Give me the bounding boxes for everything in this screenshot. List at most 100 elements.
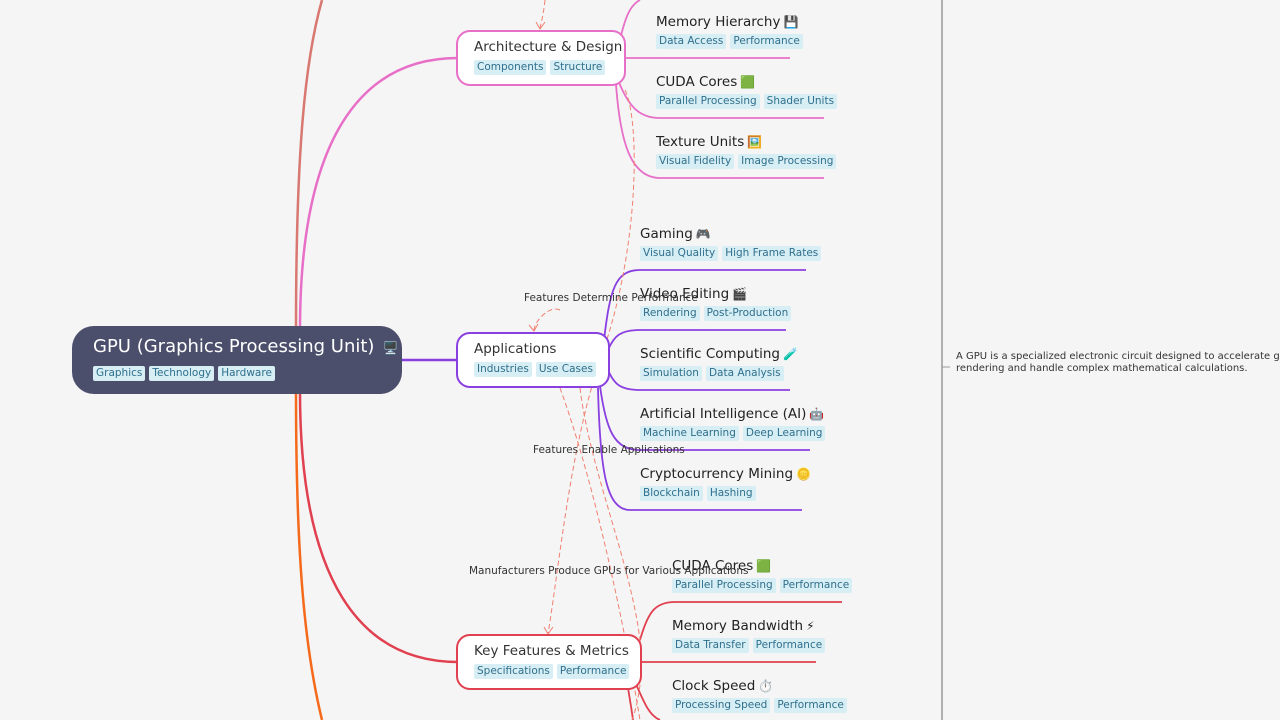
tag[interactable]: Processing Speed xyxy=(672,698,771,713)
tag[interactable]: Industries xyxy=(474,362,532,377)
tag[interactable]: High Frame Rates xyxy=(722,246,822,261)
tag[interactable]: Visual Fidelity xyxy=(656,154,735,169)
leaf-title: Memory Hierarchy 💾 xyxy=(656,13,803,31)
clapper-board-icon: 🎬 xyxy=(732,287,748,301)
leaf-title: CUDA Cores 🟩 xyxy=(656,73,837,91)
leaf-memory-bandwidth[interactable]: Memory Bandwidth ⚡ Data Transfer Performa… xyxy=(672,617,826,653)
leaf-title-text: Memory Bandwidth xyxy=(672,618,804,634)
branch-key-features-metrics[interactable]: Key Features & Metrics Specifications Pe… xyxy=(456,634,642,690)
coin-icon: 🪙 xyxy=(796,467,811,481)
leaf-cryptocurrency-mining[interactable]: Cryptocurrency Mining 🪙 Blockchain Hashin… xyxy=(640,465,811,501)
tag[interactable]: Hashing xyxy=(706,486,756,501)
branch-title: Architecture & Design xyxy=(474,39,623,55)
leaf-title: Texture Units 🖼️ xyxy=(656,133,836,151)
connector-root-architecture xyxy=(298,56,459,331)
tag[interactable]: Parallel Processing xyxy=(656,94,760,109)
tag[interactable]: Hardware xyxy=(218,366,275,381)
branch-tags: Industries Use Cases xyxy=(474,362,608,377)
green-square-icon: 🟩 xyxy=(740,75,756,89)
leaf-title-text: Scientific Computing xyxy=(640,346,780,362)
tag[interactable]: Post-Production xyxy=(703,306,792,321)
leaf-title-text: Artificial Intelligence (AI) xyxy=(640,406,807,422)
leaf-tags: Data Transfer Performance xyxy=(672,638,826,653)
leaf-title-text: Texture Units xyxy=(656,134,745,150)
tag[interactable]: Visual Quality xyxy=(640,246,719,261)
leaf-title-text: Cryptocurrency Mining xyxy=(640,466,794,482)
tag[interactable]: Performance xyxy=(730,34,803,49)
root-title: GPU (Graphics Processing Unit) 🖥️ xyxy=(93,334,402,361)
connector-offscreen-bottom xyxy=(294,391,324,720)
leaf-title: Artificial Intelligence (AI) 🤖 xyxy=(640,405,825,423)
branch-tags: Specifications Performance xyxy=(474,664,640,679)
leaf-tags: Simulation Data Analysis xyxy=(640,366,798,381)
leaf-title: Memory Bandwidth ⚡ xyxy=(672,617,825,635)
leaf-tags: Blockchain Hashing xyxy=(640,486,811,501)
branch-applications[interactable]: Applications Industries Use Cases xyxy=(456,332,610,388)
leaf-title-text: Clock Speed xyxy=(672,678,756,694)
tag[interactable]: Machine Learning xyxy=(640,426,739,441)
tag[interactable]: Data Access xyxy=(656,34,727,49)
tag[interactable]: Rendering xyxy=(640,306,700,321)
leaf-clock-speed[interactable]: Clock Speed ⏱️ Processing Speed Performan… xyxy=(672,677,847,713)
tag[interactable]: Shader Units xyxy=(763,94,838,109)
leaf-texture-units[interactable]: Texture Units 🖼️ Visual Fidelity Image Pr… xyxy=(656,133,837,169)
stopwatch-icon: ⏱️ xyxy=(758,679,774,693)
relationship-label-features-enable-applications[interactable]: Features Enable Applications xyxy=(533,444,685,456)
leaf-tags: Visual Fidelity Image Processing xyxy=(656,154,837,169)
branch-architecture-design[interactable]: Architecture & Design Components Structu… xyxy=(456,30,626,86)
tag[interactable]: Blockchain xyxy=(640,486,703,501)
test-tube-icon: 🧪 xyxy=(783,347,798,361)
connector-kf-offscreen xyxy=(627,687,634,720)
tag[interactable]: Performance xyxy=(774,698,847,713)
leaf-title-text: Memory Hierarchy xyxy=(656,14,781,30)
leaf-artificial-intelligence[interactable]: Artificial Intelligence (AI) 🤖 Machine Le… xyxy=(640,405,826,441)
leaf-scientific-computing[interactable]: Scientific Computing 🧪 Simulation Data An… xyxy=(640,345,798,381)
tag[interactable]: Technology xyxy=(149,366,215,381)
leaf-tags: Parallel Processing Performance xyxy=(672,578,853,593)
leaf-tags: Rendering Post-Production xyxy=(640,306,792,321)
lightning-icon: ⚡ xyxy=(806,619,815,633)
tag[interactable]: Performance xyxy=(556,664,630,679)
tag[interactable]: Simulation xyxy=(640,366,702,381)
leaf-tags: Processing Speed Performance xyxy=(672,698,847,713)
connector-arch-memory-top xyxy=(619,0,641,41)
leaf-gaming[interactable]: Gaming 🎮 Visual Quality High Frame Rates xyxy=(640,225,822,261)
leaf-memory-hierarchy[interactable]: Memory Hierarchy 💾 Data Access Performanc… xyxy=(656,13,803,49)
tag[interactable]: Graphics xyxy=(93,366,146,381)
root-tags: Graphics Technology Hardware xyxy=(93,366,402,381)
tag[interactable]: Performance xyxy=(779,578,853,593)
root-title-text: GPU (Graphics Processing Unit) xyxy=(93,336,375,357)
green-square-icon: 🟩 xyxy=(756,559,772,573)
mindmap-canvas[interactable]: GPU (Graphics Processing Unit) 🖥️ Graphi… xyxy=(0,0,1280,720)
tag[interactable]: Data Analysis xyxy=(705,366,784,381)
tag[interactable]: Structure xyxy=(550,60,606,75)
leaf-cuda-cores-arch[interactable]: CUDA Cores 🟩 Parallel Processing Shader U… xyxy=(656,73,838,109)
tag[interactable]: Parallel Processing xyxy=(672,578,776,593)
game-controller-icon: 🎮 xyxy=(695,227,711,241)
arrow-head-applications xyxy=(528,323,539,332)
connector-root-keyfeatures xyxy=(298,391,459,664)
root-node[interactable]: GPU (Graphics Processing Unit) 🖥️ Graphi… xyxy=(72,326,402,394)
leaf-title: Cryptocurrency Mining 🪙 xyxy=(640,465,811,483)
branch-title: Key Features & Metrics xyxy=(474,643,629,659)
floppy-disk-icon: 💾 xyxy=(783,15,799,29)
relationship-label-features-determine-performance[interactable]: Features Determine Performance xyxy=(524,292,698,304)
tag[interactable]: Deep Learning xyxy=(742,426,826,441)
tag[interactable]: Image Processing xyxy=(738,154,837,169)
relationship-label-manufacturers-produce-gpus[interactable]: Manufacturers Produce GPUs for Various A… xyxy=(469,565,749,577)
leaf-title-text: CUDA Cores xyxy=(656,74,738,90)
leaf-title: Clock Speed ⏱️ xyxy=(672,677,847,695)
desktop-computer-icon: 🖥️ xyxy=(383,341,399,355)
tag[interactable]: Data Transfer xyxy=(672,638,749,653)
tag[interactable]: Components xyxy=(474,60,547,75)
branch-tags: Components Structure xyxy=(474,60,624,75)
branch-title: Applications xyxy=(474,341,557,357)
tag[interactable]: Use Cases xyxy=(535,362,596,377)
tag[interactable]: Performance xyxy=(752,638,826,653)
leaf-title: Scientific Computing 🧪 xyxy=(640,345,798,363)
leaf-title-text: Gaming xyxy=(640,226,693,242)
framed-picture-icon: 🖼️ xyxy=(747,135,763,149)
tag[interactable]: Specifications xyxy=(474,664,553,679)
relation-line-features-determine xyxy=(533,308,561,331)
leaf-tags: Data Access Performance xyxy=(656,34,803,49)
